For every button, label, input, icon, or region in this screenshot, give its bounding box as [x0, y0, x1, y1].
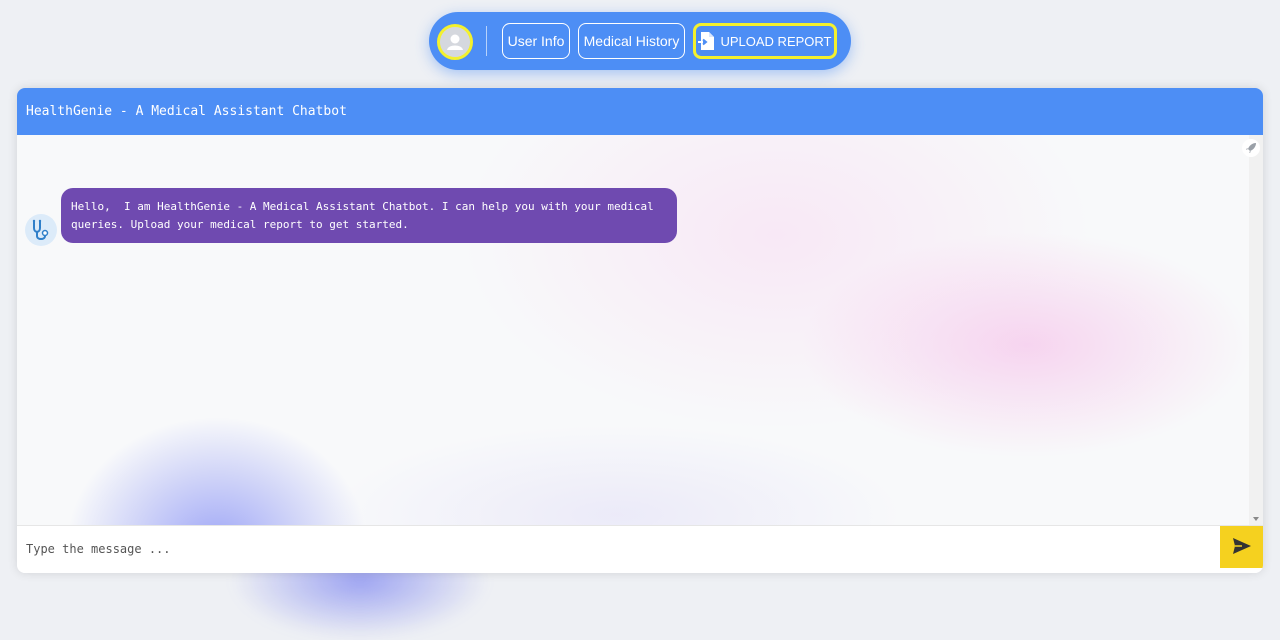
upload-report-label: UPLOAD REPORT: [720, 33, 832, 49]
rocket-icon[interactable]: [1242, 139, 1260, 157]
chat-title: HealthGenie - A Medical Assistant Chatbo…: [17, 88, 1263, 135]
user-info-button[interactable]: User Info: [502, 23, 570, 59]
send-icon: [1232, 537, 1252, 558]
chat-messages-area: Hello, I am HealthGenie - A Medical Assi…: [17, 135, 1249, 525]
medical-history-button[interactable]: Medical History: [578, 23, 685, 59]
nav-divider: [486, 26, 487, 56]
stethoscope-icon: [25, 214, 57, 246]
scroll-down-arrow-icon[interactable]: [1253, 517, 1259, 521]
upload-report-button[interactable]: UPLOAD REPORT: [693, 23, 837, 59]
chat-window: HealthGenie - A Medical Assistant Chatbo…: [17, 88, 1263, 573]
top-navbar: User Info Medical History UPLOAD REPORT: [429, 12, 851, 70]
message-input-bar: [17, 525, 1263, 573]
file-upload-icon: [698, 32, 715, 50]
bot-message: Hello, I am HealthGenie - A Medical Assi…: [61, 188, 677, 243]
user-avatar-icon[interactable]: [437, 24, 473, 60]
message-input[interactable]: [17, 526, 1217, 572]
chat-scrollbar[interactable]: [1249, 135, 1263, 525]
send-button[interactable]: [1220, 526, 1263, 568]
